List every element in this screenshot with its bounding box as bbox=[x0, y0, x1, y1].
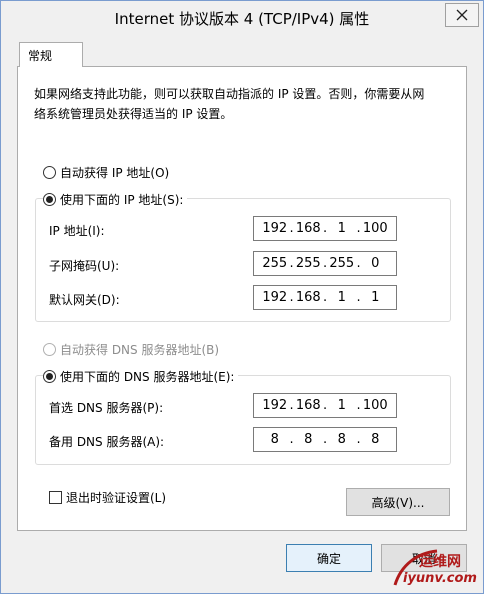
radio-auto-dns-button[interactable] bbox=[43, 343, 56, 356]
advanced-button-label: 高级(V)... bbox=[371, 495, 425, 510]
radio-manual-ip[interactable]: 使用下面的 IP 地址(S): bbox=[43, 191, 188, 208]
dialog-window: Internet 协议版本 4 (TCP/IPv4) 属性 常规 如果网络支持此… bbox=[0, 0, 484, 594]
alternate-dns-octet-3[interactable]: 8 bbox=[327, 432, 357, 447]
ok-button-label: 确定 bbox=[316, 551, 341, 566]
close-button[interactable] bbox=[445, 3, 479, 27]
subnet-mask-field[interactable]: 255. 255. 255. 0 bbox=[253, 251, 397, 276]
validate-settings-checkbox-row[interactable]: 退出时验证设置(L) bbox=[49, 489, 166, 506]
radio-auto-dns[interactable]: 自动获得 DNS 服务器地址(B) bbox=[43, 341, 219, 358]
radio-auto-ip-button[interactable] bbox=[43, 166, 56, 179]
radio-manual-dns-label: 使用下面的 DNS 服务器地址(E): bbox=[60, 370, 235, 384]
ip-address-octet-4[interactable]: 100 bbox=[361, 221, 391, 236]
gateway-octet-4[interactable]: 1 bbox=[361, 290, 391, 305]
validate-settings-label: 退出时验证设置(L) bbox=[66, 491, 167, 505]
tab-general[interactable]: 常规 bbox=[19, 42, 83, 67]
alternate-dns-octet-4[interactable]: 8 bbox=[361, 432, 391, 447]
gateway-octet-1[interactable]: 192 bbox=[260, 290, 290, 305]
gateway-octet-3[interactable]: 1 bbox=[327, 290, 357, 305]
subnet-octet-2[interactable]: 255 bbox=[294, 256, 324, 271]
subnet-octet-4[interactable]: 0 bbox=[361, 256, 391, 271]
description-text: 如果网络支持此功能，则可以获取自动指派的 IP 设置。否则，你需要从网 络系统管… bbox=[34, 84, 454, 124]
description-line-2: 络系统管理员处获得适当的 IP 设置。 bbox=[34, 107, 233, 121]
alternate-dns-octet-2[interactable]: 8 bbox=[294, 432, 324, 447]
radio-manual-ip-button[interactable] bbox=[43, 193, 56, 206]
ip-address-octet-2[interactable]: 168 bbox=[294, 221, 324, 236]
preferred-dns-octet-4[interactable]: 100 bbox=[361, 398, 391, 413]
subnet-octet-3[interactable]: 255 bbox=[327, 256, 357, 271]
radio-manual-dns-button[interactable] bbox=[43, 370, 56, 383]
preferred-dns-field[interactable]: 192. 168. 1. 100 bbox=[253, 393, 397, 418]
ip-address-field[interactable]: 192. 168. 1. 100 bbox=[253, 216, 397, 241]
ip-address-octet-1[interactable]: 192 bbox=[260, 221, 290, 236]
ip-address-octet-3[interactable]: 1 bbox=[327, 221, 357, 236]
preferred-dns-label: 首选 DNS 服务器(P): bbox=[49, 401, 164, 415]
window-title: Internet 协议版本 4 (TCP/IPv4) 属性 bbox=[114, 10, 370, 28]
gateway-octet-2[interactable]: 168 bbox=[294, 290, 324, 305]
radio-auto-ip[interactable]: 自动获得 IP 地址(O) bbox=[43, 164, 169, 181]
radio-auto-ip-label: 自动获得 IP 地址(O) bbox=[60, 166, 170, 180]
watermark-line-2: iyunv.com bbox=[403, 571, 477, 586]
radio-auto-dns-label: 自动获得 DNS 服务器地址(B) bbox=[60, 343, 220, 357]
default-gateway-field[interactable]: 192. 168. 1. 1 bbox=[253, 285, 397, 310]
tab-general-label: 常规 bbox=[28, 49, 53, 63]
preferred-dns-octet-1[interactable]: 192 bbox=[260, 398, 290, 413]
alternate-dns-octet-1[interactable]: 8 bbox=[260, 432, 290, 447]
ip-address-label: IP 地址(I): bbox=[49, 224, 105, 238]
alternate-dns-label: 备用 DNS 服务器(A): bbox=[49, 435, 165, 449]
description-line-1: 如果网络支持此功能，则可以获取自动指派的 IP 设置。否则，你需要从网 bbox=[34, 87, 425, 101]
validate-settings-checkbox[interactable] bbox=[49, 491, 62, 504]
title-bar[interactable]: Internet 协议版本 4 (TCP/IPv4) 属性 bbox=[1, 1, 483, 33]
subnet-octet-1[interactable]: 255 bbox=[260, 256, 290, 271]
subnet-mask-label: 子网掩码(U): bbox=[49, 259, 120, 273]
ok-button[interactable]: 确定 bbox=[286, 544, 372, 572]
radio-manual-ip-label: 使用下面的 IP 地址(S): bbox=[60, 193, 184, 207]
default-gateway-label: 默认网关(D): bbox=[49, 293, 120, 307]
watermark-line-1: 运维网 bbox=[419, 554, 461, 570]
alternate-dns-field[interactable]: 8. 8. 8. 8 bbox=[253, 427, 397, 452]
close-icon bbox=[456, 9, 468, 21]
advanced-button[interactable]: 高级(V)... bbox=[346, 488, 450, 516]
preferred-dns-octet-3[interactable]: 1 bbox=[327, 398, 357, 413]
watermark-logo: 运维网 iyunv.com bbox=[387, 545, 479, 591]
radio-manual-dns[interactable]: 使用下面的 DNS 服务器地址(E): bbox=[43, 368, 239, 385]
preferred-dns-octet-2[interactable]: 168 bbox=[294, 398, 324, 413]
